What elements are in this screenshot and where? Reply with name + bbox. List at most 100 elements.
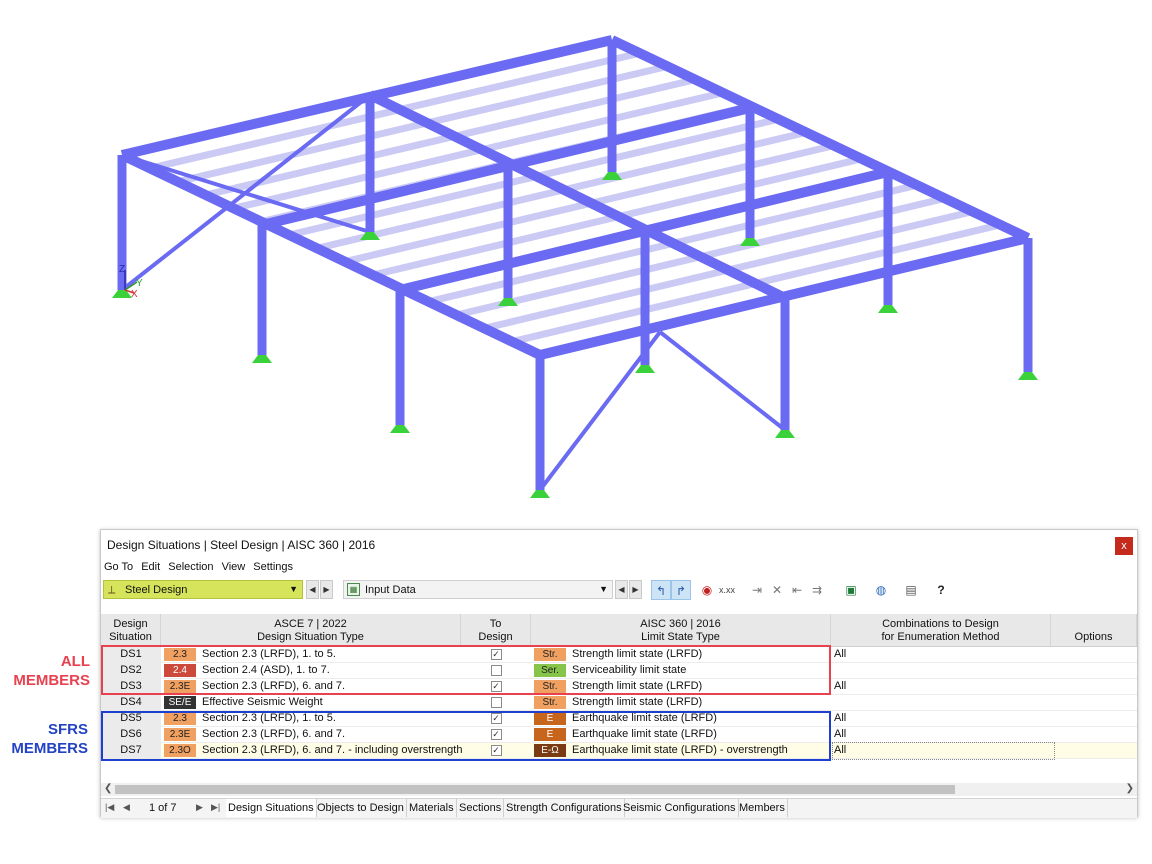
options-cell[interactable] [1053,679,1139,695]
support-icon [530,490,550,498]
next-page-icon[interactable]: ▶ [196,802,203,813]
insert-icon[interactable]: ⇉ [807,580,827,600]
to-design-cell[interactable]: ✓ [461,679,531,695]
prev-table-button[interactable]: ◀ [615,580,628,599]
combinations-cell[interactable]: All [833,647,1054,663]
table-row[interactable]: DS4 SE/E Effective Seismic Weight Str. Stren… [101,695,1137,711]
table-select-value: Input Data [365,584,416,596]
to-design-cell[interactable]: ✓ [461,647,531,663]
table-row[interactable]: DS2 2.4 Section 2.4 (ASD), 1. to 7. Ser. Ser… [101,663,1137,679]
input-data-icon: ▦ [347,583,360,596]
combinations-cell[interactable]: All [832,742,1055,760]
menu-settings[interactable]: Settings [253,561,293,573]
deselect-icon[interactable]: ↱ [671,580,691,600]
table-row[interactable]: DS1 2.3 Section 2.3 (LRFD), 1. to 5. ✓ Str. S… [101,647,1137,663]
prev-module-button[interactable]: ◀ [306,580,319,599]
to-design-cell[interactable] [461,663,531,679]
module-select[interactable]: ⟂ Steel Design ▼ [103,580,303,599]
tab-seismic-configurations[interactable]: Seismic Configurations [621,799,739,817]
options-cell[interactable] [1053,663,1139,679]
support-icon [1018,372,1038,380]
design-situation-name[interactable]: DS3 [101,679,161,695]
options-cell[interactable] [1053,695,1139,711]
to-design-checkbox[interactable]: ✓ [490,649,502,660]
combinations-cell[interactable]: All [833,711,1054,727]
design-situation-name[interactable]: DS5 [101,711,161,727]
select-objects-icon[interactable]: ↰ [651,580,671,600]
tab-materials[interactable]: Materials [407,799,457,817]
tab-objects-to-design[interactable]: Objects to Design [315,799,407,817]
support-icon [252,355,272,363]
table-row[interactable]: DS6 2.3E Section 2.3 (LRFD), 6. and 7. ✓ E Ea… [101,727,1137,743]
limit-state-text: Earthquake limit state (LRFD) [572,728,717,740]
prev-page-icon[interactable]: ◀ [123,802,130,813]
menu-edit[interactable]: Edit [141,561,160,573]
next-table-button[interactable]: ▶ [629,580,642,599]
next-module-button[interactable]: ▶ [320,580,333,599]
combinations-cell[interactable]: All [833,679,1054,695]
delete-icon[interactable]: ✕ [767,580,787,600]
to-design-checkbox[interactable] [490,665,502,676]
to-design-cell[interactable]: ✓ [461,727,531,743]
design-situation-name[interactable]: DS4 [101,695,161,711]
table-select[interactable]: ▦ Input Data ▼ [343,580,613,599]
header-line: To [489,618,502,630]
table-row[interactable]: DS3 2.3E Section 2.3 (LRFD), 6. and 7. ✓ Str… [101,679,1137,695]
design-situation-name[interactable]: DS1 [101,647,161,663]
first-page-icon[interactable]: |◀ [105,802,114,813]
limit-state-text: Strength limit state (LRFD) [572,648,703,660]
limit-state-text: Strength limit state (LRFD) [572,680,703,692]
scrollbar-thumb[interactable] [115,785,955,794]
combinations-cell[interactable] [833,695,1054,711]
limit-state-badge: E [534,728,566,741]
tab-design-situations[interactable]: Design Situations [226,799,317,817]
limit-state-badge: E-Ω [534,744,566,757]
design-situation-name[interactable]: DS7 [101,743,161,759]
to-design-checkbox[interactable] [490,697,502,708]
header-design-situation: Design Situation [101,614,161,646]
toolbar: ⟂ Steel Design ▼ ◀ ▶ ▦ Input Data ▼ ◀ ▶ … [101,578,1137,602]
to-design-cell[interactable]: ✓ [461,711,531,727]
to-design-checkbox[interactable]: ✓ [490,729,502,740]
report-icon[interactable]: ▤ [901,580,921,600]
options-cell[interactable] [1053,711,1139,727]
support-icon [635,365,655,373]
tab-strength-configurations[interactable]: Strength Configurations [504,799,625,817]
horizontal-scrollbar[interactable]: ❮ ❯ [101,783,1137,796]
table-row[interactable]: DS7 2.3O Section 2.3 (LRFD), 6. and 7. - i… [101,742,1139,760]
situation-code-badge: 2.3E [164,728,196,741]
to-design-checkbox[interactable]: ✓ [490,713,502,724]
import-icon[interactable]: ⇤ [787,580,807,600]
tab-members[interactable]: Members [737,799,788,817]
header-design-situation-type: ASCE 7 | 2022 Design Situation Type [161,614,461,646]
help-icon[interactable]: ? [931,580,951,600]
excel-icon[interactable]: ▣ [841,580,861,600]
options-cell[interactable] [1053,647,1139,663]
menu-selection[interactable]: Selection [168,561,213,573]
numbering-icon[interactable]: x.xx [717,580,737,600]
menu-goto[interactable]: Go To [104,561,133,573]
options-cell[interactable] [1053,727,1139,743]
close-button[interactable]: x [1115,537,1133,555]
view-icon[interactable]: ◉ [697,580,717,600]
to-design-cell[interactable] [461,695,531,711]
design-situation-name[interactable]: DS2 [101,663,161,679]
to-design-checkbox[interactable]: ✓ [490,745,502,756]
to-design-checkbox[interactable]: ✓ [490,681,502,692]
table-row[interactable]: DS5 2.3 Section 2.3 (LRFD), 1. to 5. ✓ E Eart… [101,711,1137,727]
export-icon[interactable]: ⇥ [747,580,767,600]
header-options: Options [1051,614,1137,646]
last-page-icon[interactable]: ▶| [211,802,220,813]
options-cell[interactable] [1053,743,1139,759]
menu-view[interactable]: View [222,561,246,573]
scroll-left-icon[interactable]: ❮ [104,783,112,794]
globe-icon[interactable]: ◍ [871,580,891,600]
design-situation-name[interactable]: DS6 [101,727,161,743]
combinations-cell[interactable] [833,663,1054,679]
to-design-cell[interactable]: ✓ [461,743,531,759]
combinations-cell[interactable]: All [833,727,1054,743]
limit-state-text: Serviceability limit state [572,664,687,676]
scroll-right-icon[interactable]: ❯ [1126,783,1134,794]
situation-code-badge: 2.3E [164,680,196,693]
tab-sections[interactable]: Sections [457,799,505,817]
